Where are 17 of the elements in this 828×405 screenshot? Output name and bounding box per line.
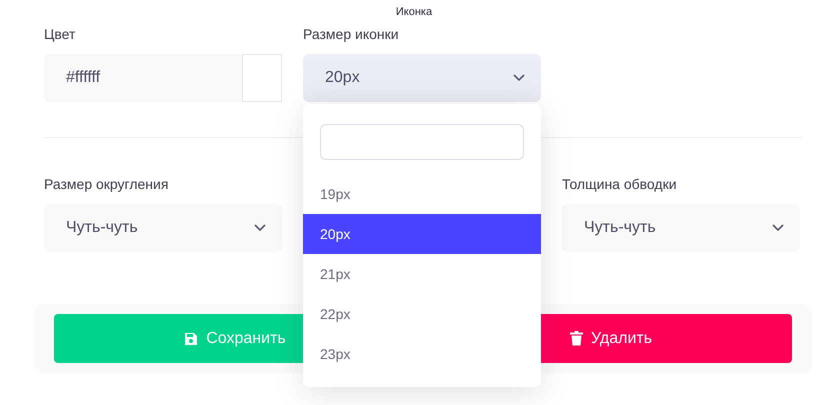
color-field[interactable]: #ffffff — [44, 54, 282, 102]
chevron-down-icon — [772, 224, 784, 232]
dropdown-option[interactable]: 19px — [303, 174, 541, 214]
trash-icon — [570, 331, 583, 346]
chevron-down-icon — [254, 224, 266, 232]
size-select[interactable]: 20px — [303, 54, 541, 102]
field-label: Размер иконки — [303, 26, 400, 44]
section-title: Иконка — [394, 5, 434, 20]
field-label: Цвет — [44, 26, 76, 44]
dropdown-option[interactable]: 21px — [303, 254, 541, 294]
dropdown-option[interactable]: 20px — [303, 214, 541, 254]
field-label: Толщина обводки — [562, 176, 678, 194]
search-field[interactable] — [320, 124, 524, 160]
chevron-down-icon — [513, 74, 525, 82]
field-label: Размер округления — [44, 176, 170, 194]
stroke-select[interactable]: Чуть-чуть — [562, 204, 800, 252]
rounding-select[interactable]: Чуть-чуть — [44, 204, 282, 252]
